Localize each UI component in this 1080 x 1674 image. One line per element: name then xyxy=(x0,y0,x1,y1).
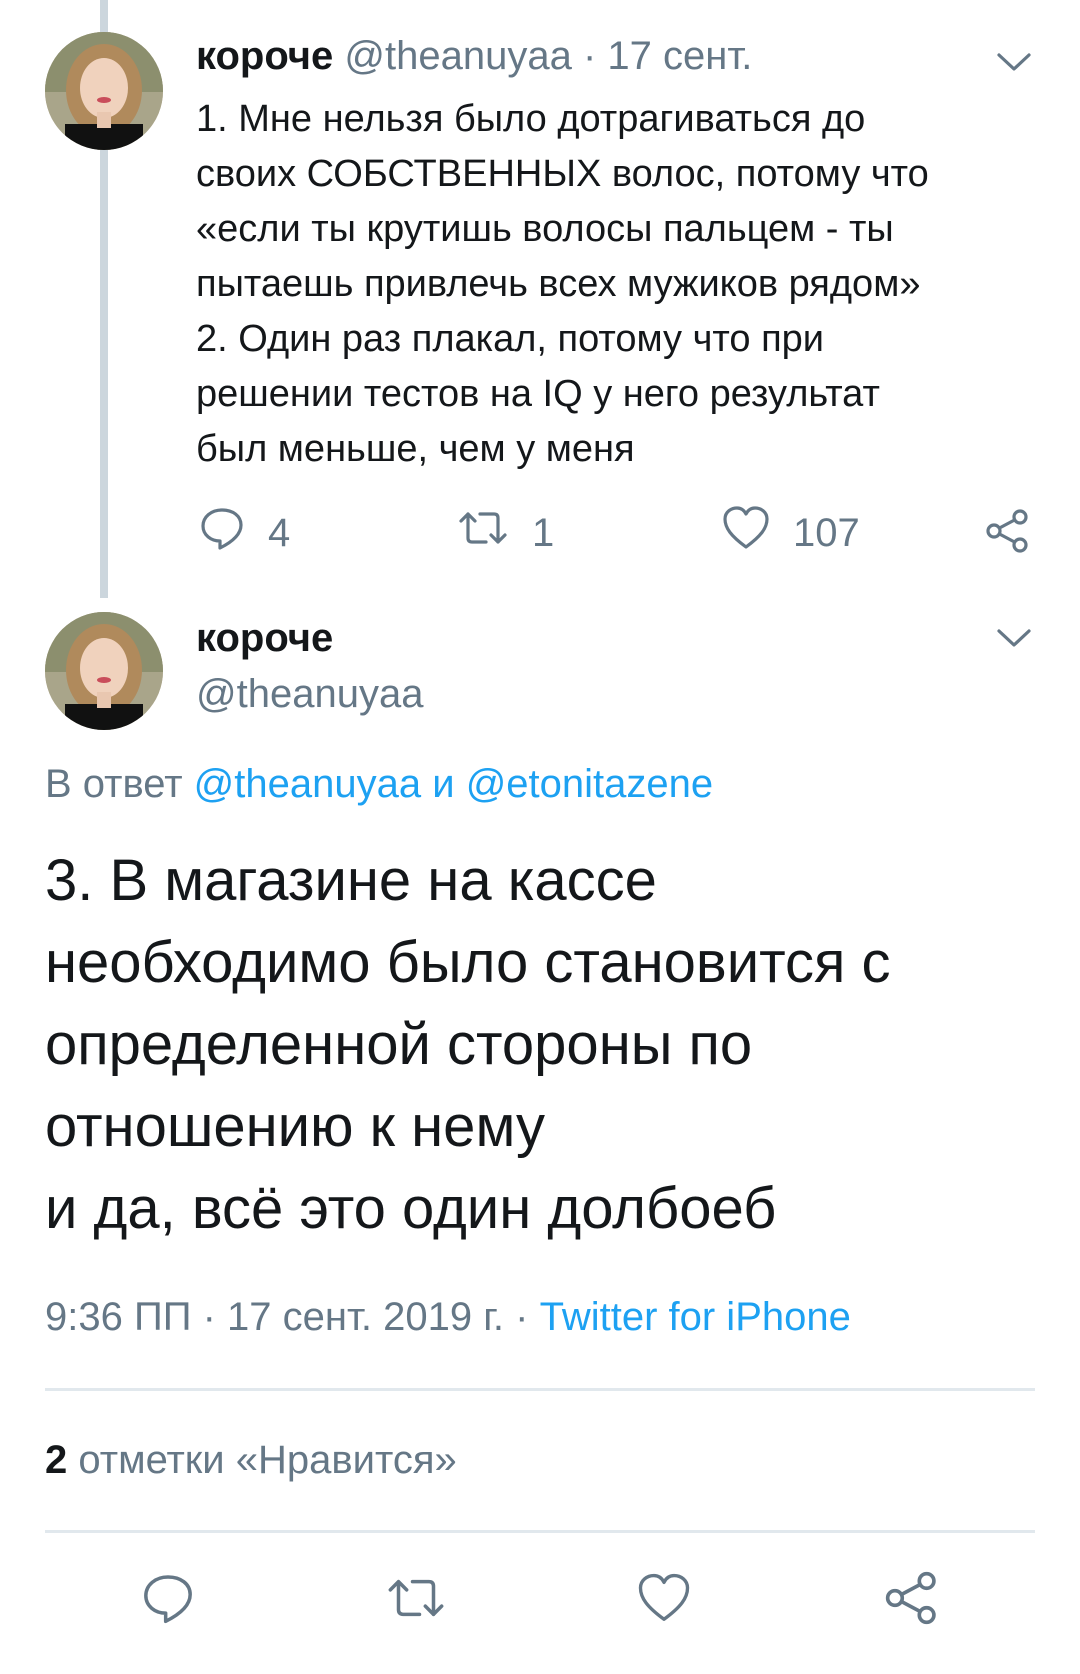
mention-link[interactable]: @etonitazene xyxy=(466,762,713,806)
chevron-down-icon[interactable] xyxy=(996,50,1032,79)
divider xyxy=(45,1530,1035,1533)
user-handle[interactable]: @theanuyaa xyxy=(196,672,423,717)
retweet-count: 1 xyxy=(532,510,555,555)
retweet-icon xyxy=(456,504,510,562)
reply-icon xyxy=(198,504,246,562)
tweet-text-line: своих СОБСТВЕННЫХ волос, потому что xyxy=(196,153,929,195)
tweet-text-line: решении тестов на IQ у него результат xyxy=(196,373,880,415)
reply-and: и xyxy=(432,762,455,806)
divider xyxy=(45,1388,1035,1391)
retweet-button[interactable]: 1 xyxy=(456,504,554,562)
avatar[interactable] xyxy=(45,32,163,150)
mention-link[interactable]: @theanuyaa xyxy=(194,762,421,806)
separator: · xyxy=(202,1295,216,1339)
tweet-text-line: пытаешь привлечь всех мужиков рядом» xyxy=(196,263,921,305)
tweet-text-line: необходимо было становится с xyxy=(45,930,891,995)
chevron-down-icon[interactable] xyxy=(996,626,1032,655)
share-icon[interactable] xyxy=(884,1570,940,1626)
tweet-text-line: 1. Мне нельзя было дотрагиваться до xyxy=(196,98,866,140)
retweet-icon[interactable] xyxy=(384,1570,448,1626)
tweet-time: 9:36 ПП xyxy=(45,1295,192,1339)
reply-button[interactable]: 4 xyxy=(198,504,290,562)
reply-context: В ответ @theanuyaa и @etonitazene xyxy=(45,762,713,807)
tweet-text-line: отношению к нему xyxy=(45,1094,545,1159)
tweet-text-line: «если ты крутишь волосы пальцем - ты xyxy=(196,208,894,250)
source-link[interactable]: Twitter for iPhone xyxy=(540,1295,851,1339)
user-handle[interactable]: @theanuyaa xyxy=(344,34,571,78)
like-count: 107 xyxy=(793,510,860,555)
tweet-date: 17 сент. 2019 г. xyxy=(227,1295,505,1339)
like-icon[interactable] xyxy=(636,1570,692,1626)
tweet-text-line: определенной стороны по xyxy=(45,1012,753,1077)
separator: · xyxy=(582,34,597,78)
share-icon[interactable] xyxy=(985,508,1031,559)
reply-count: 4 xyxy=(268,510,291,555)
reply-prefix: В ответ xyxy=(45,762,183,806)
likes-label: отметки «Нравится» xyxy=(78,1438,457,1482)
separator: · xyxy=(515,1295,529,1339)
tweet-date[interactable]: 17 сент. xyxy=(607,34,752,78)
tweet-meta: 9:36 ПП · 17 сент. 2019 г. · Twitter for… xyxy=(45,1295,851,1340)
tweet-text-line: 2. Один раз плакал, потому что при xyxy=(196,318,825,360)
tweet-header: короче @theanuyaa · 17 сент. xyxy=(196,34,752,79)
display-name[interactable]: короче xyxy=(196,34,333,78)
like-button[interactable]: 107 xyxy=(721,504,860,562)
tweet-text: 3. В магазине на кассе необходимо было с… xyxy=(45,840,1045,1250)
likes-count: 2 xyxy=(45,1438,68,1482)
tweet-text-line: 3. В магазине на кассе xyxy=(45,848,657,913)
tweet-text-line: был меньше, чем у меня xyxy=(196,428,635,470)
like-icon xyxy=(721,504,771,562)
tweet-text: 1. Мне нельзя было дотрагиваться до свои… xyxy=(196,92,1036,477)
likes-summary[interactable]: 2 отметки «Нравится» xyxy=(45,1438,457,1483)
display-name[interactable]: короче xyxy=(196,616,333,661)
tweet-text-line: и да, всё это один долбоеб xyxy=(45,1176,777,1241)
reply-icon[interactable] xyxy=(140,1570,196,1626)
avatar[interactable] xyxy=(45,612,163,730)
